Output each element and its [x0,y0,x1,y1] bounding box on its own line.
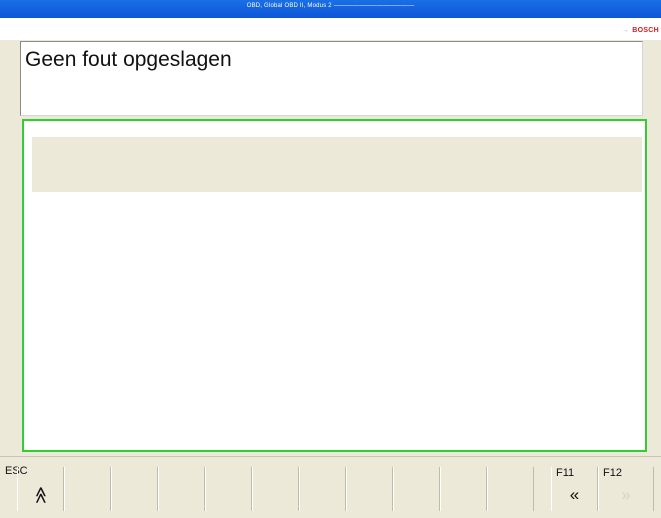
f10-button[interactable] [440,467,487,511]
f12-key-label: F12 [603,467,622,479]
double-up-chevron-icon: ≪ [31,486,51,504]
f6-button[interactable] [252,467,299,511]
double-left-chevron-icon: « [569,485,580,504]
f10b-button[interactable] [487,467,534,511]
double-right-chevron-icon: » [621,485,631,504]
window-title-suffix: ————————————— [333,3,415,9]
window-title-prefix: OBD, Global OBD II, Modus 2 [246,3,332,9]
f9-button[interactable] [393,467,440,511]
esc-button[interactable]: ≪ [17,467,64,511]
f5-button[interactable] [205,467,252,511]
message-box: Geen fout opgeslagen [20,41,643,116]
title-bar: OBD, Global OBD II, Modus 2 ————————————… [0,0,661,18]
status-message: Geen fout opgeslagen [25,48,232,71]
f11-key-label: F11 [556,467,575,479]
bosch-logo: → BOSCH [622,27,659,34]
bosch-logo-text: BOSCH [632,27,659,34]
fault-code-list[interactable] [32,192,642,448]
logo-strip: → BOSCH [0,18,661,40]
function-key-bar: ESC ≪ F11 « F12 » [0,456,661,513]
bosch-arrow-icon: → [621,27,630,34]
fault-code-panel [22,119,647,452]
f2-button[interactable] [64,467,111,511]
f3-button[interactable] [111,467,158,511]
f11-button[interactable]: F11 « [551,467,598,511]
f8-button[interactable] [346,467,393,511]
panel-header [32,137,642,192]
window-title: OBD, Global OBD II, Modus 2 ————————————… [0,3,661,9]
f12-button[interactable]: F12 » [598,467,654,511]
f7-button[interactable] [299,467,346,511]
f4-button[interactable] [158,467,205,511]
